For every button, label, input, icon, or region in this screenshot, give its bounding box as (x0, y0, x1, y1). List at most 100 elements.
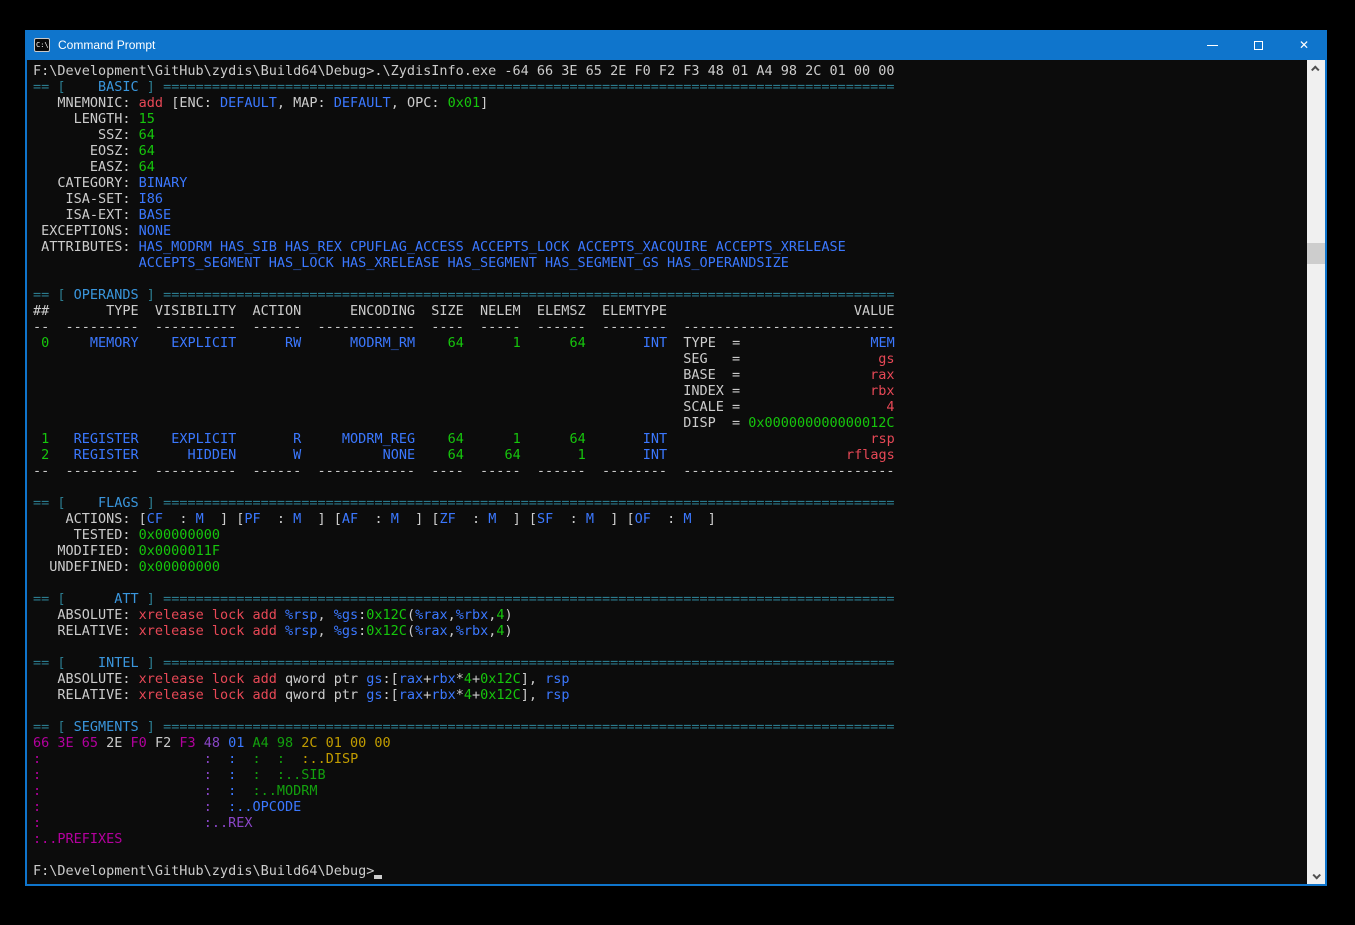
maximize-button[interactable] (1235, 30, 1281, 60)
minimize-button[interactable] (1189, 30, 1235, 60)
console-text-segment (49, 335, 65, 351)
console-text-segment: 4 (464, 671, 472, 687)
console-text-segment (667, 447, 846, 463)
scroll-down-button[interactable] (1307, 867, 1325, 884)
scrollbar-thumb[interactable] (1307, 243, 1325, 264)
console-text-segment (212, 751, 228, 767)
console-text-segment: : (253, 767, 261, 783)
console-text-segment (301, 447, 317, 463)
console-text-segment (301, 431, 317, 447)
console-line: MODIFIED: 0x0000011F (33, 543, 1307, 559)
console-line: ACCEPTS_SEGMENT HAS_LOCK HAS_XRELEASE HA… (33, 255, 1307, 271)
close-icon: ✕ (1299, 39, 1309, 51)
cmd-icon-text: C:\ (36, 41, 49, 49)
console-text-segment: F0 (131, 735, 155, 751)
console-text-segment: ] [ (399, 511, 440, 527)
console-line: SCALE = 4 (33, 399, 1307, 415)
console-text-segment: 64 (480, 447, 521, 463)
console-line: F:\Development\GitHub\zydis\Build64\Debu… (33, 863, 1307, 879)
console-text-segment: ], (521, 671, 545, 687)
console-text-segment: 64 (537, 335, 586, 351)
console-text-segment: ], (521, 687, 545, 703)
console-line: -- --------- ---------- ------ ---------… (33, 319, 1307, 335)
console-text-segment: ( (407, 607, 415, 623)
console-text-segment: 64 (431, 447, 464, 463)
console-text-segment: * (456, 687, 464, 703)
console-text-segment: 0x00000000 (139, 527, 220, 543)
console-text-segment: 15 (139, 111, 155, 127)
console-text-segment: * (456, 671, 464, 687)
console-line: UNDEFINED: 0x00000000 (33, 559, 1307, 575)
console-text-segment: ] (139, 655, 163, 671)
console-text-segment (415, 447, 431, 463)
console-text-segment: :[ (383, 671, 399, 687)
console-text-segment: : (33, 783, 41, 799)
console-text-segment: 2 (33, 447, 49, 463)
console-text-segment: :..SIB (277, 767, 326, 783)
console-text-segment: : (261, 511, 294, 527)
console-text-segment: 0 (33, 335, 49, 351)
console-text-segment: == [ (33, 79, 74, 95)
console-text-segment: , (318, 607, 334, 623)
console-text-segment: SSZ: (33, 127, 139, 143)
console-text-segment: ========================================… (163, 719, 895, 735)
console-text-segment: MNEMONIC: (33, 95, 139, 111)
console-text-segment: UNDEFINED: (33, 559, 139, 575)
console-text-segment (212, 799, 228, 815)
console-text-segment: INTEL (74, 655, 139, 671)
console-text-segment (464, 335, 480, 351)
console-text-segment: 4 (464, 687, 472, 703)
console-line: : :..REX (33, 815, 1307, 831)
console-text-segment: 4 (886, 399, 894, 415)
console-text-segment: NONE (139, 223, 172, 239)
console-line: SSZ: 64 (33, 127, 1307, 143)
console-text-segment: ========================================… (163, 591, 895, 607)
console-text-segment: MODRM_RM (318, 335, 416, 351)
close-button[interactable]: ✕ (1281, 30, 1327, 60)
console-text-segment: RELATIVE: (33, 623, 139, 639)
console-line: CATEGORY: BINARY (33, 175, 1307, 191)
console-output[interactable]: F:\Development\GitHub\zydis\Build64\Debu… (27, 60, 1307, 884)
console-text-segment: 0x00000000 (139, 559, 220, 575)
console-text-segment (139, 335, 155, 351)
console-text-segment: %rsp (285, 607, 318, 623)
console-line: DISP = 0x000000000000012C (33, 415, 1307, 431)
console-text-segment: BASE = (33, 367, 870, 383)
console-text-segment: 2E (106, 735, 130, 751)
console-text-segment: :[ (383, 687, 399, 703)
console-text-segment: W (253, 447, 302, 463)
console-text-segment: rbx (431, 671, 455, 687)
console-text-segment: ] (480, 95, 488, 111)
console-text-segment: EXCEPTIONS: (33, 223, 139, 239)
console-text-segment: gs (366, 671, 382, 687)
scroll-up-button[interactable] (1307, 60, 1325, 77)
console-text-segment: TYPE = (667, 335, 870, 351)
console-text-segment: %rsp (285, 623, 318, 639)
console-text-segment: ========================================… (163, 655, 895, 671)
title-bar[interactable]: C:\ Command Prompt ✕ (25, 30, 1327, 60)
console-text-segment: == [ (33, 287, 74, 303)
desktop: { "window": { "title": "Command Prompt",… (0, 0, 1355, 925)
console-text-segment: INDEX = (33, 383, 870, 399)
console-line (33, 639, 1307, 655)
scrollbar[interactable] (1307, 60, 1325, 884)
console-text-segment: ] [ (594, 511, 635, 527)
console-line: : : : :..MODRM (33, 783, 1307, 799)
console-text-segment: xrelease lock add (139, 623, 285, 639)
console-line: EASZ: 64 (33, 159, 1307, 175)
console-text-segment (212, 783, 228, 799)
console-text-segment: : (358, 511, 391, 527)
console-text-segment: 1 (480, 431, 521, 447)
console-text-segment: F3 (179, 735, 203, 751)
console-text-segment: 64 (139, 159, 155, 175)
console-text-segment: , OPC: (391, 95, 448, 111)
console-text-segment: %rax (415, 607, 448, 623)
console-line: LENGTH: 15 (33, 111, 1307, 127)
caption-buttons: ✕ (1189, 30, 1327, 60)
console-line: : : : : :..SIB (33, 767, 1307, 783)
console-text-segment: ABSOLUTE: (33, 671, 139, 687)
console-text-segment: RW (253, 335, 302, 351)
console-text-segment: [ENC: (163, 95, 220, 111)
console-text-segment: BASIC (74, 79, 139, 95)
console-text-segment (464, 431, 480, 447)
